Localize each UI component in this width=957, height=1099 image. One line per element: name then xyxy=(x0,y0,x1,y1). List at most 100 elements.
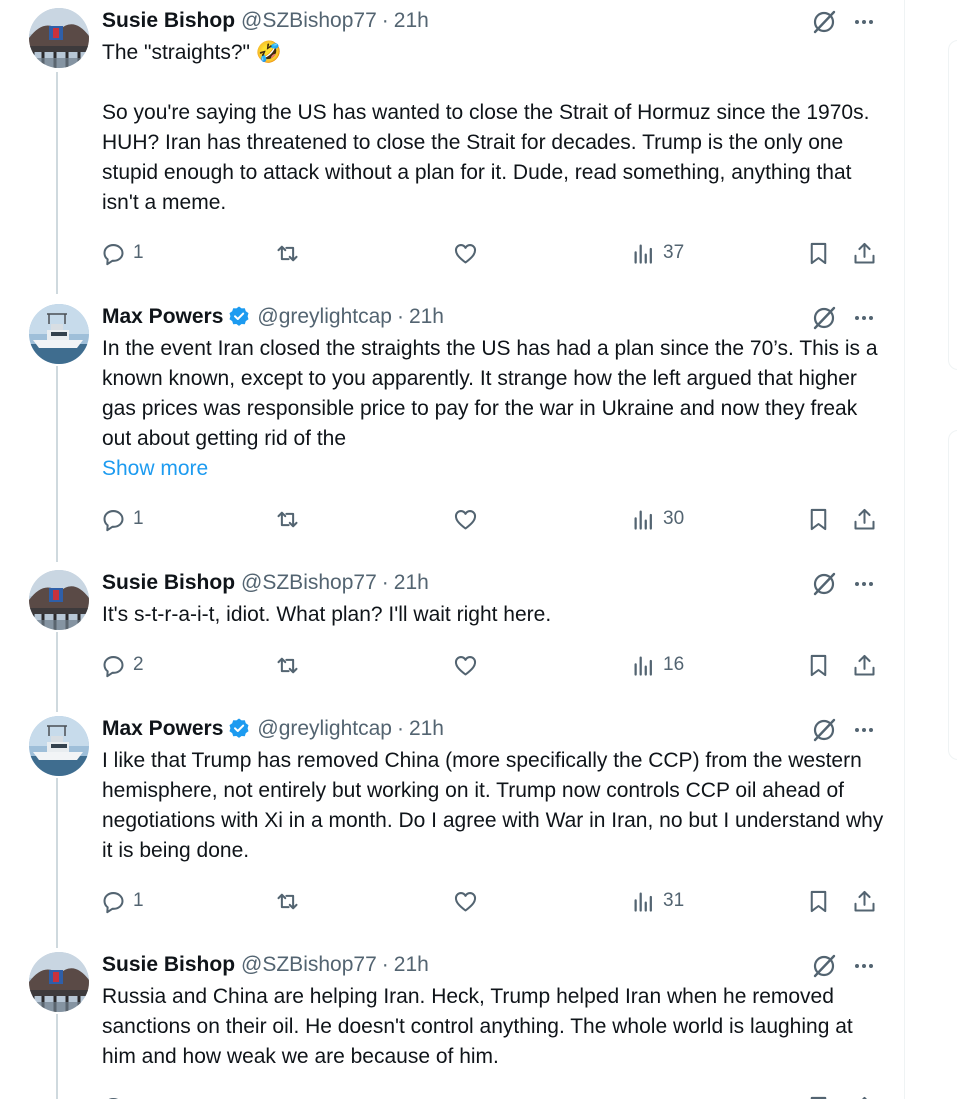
tweet[interactable]: Susie Bishop @SZBishop77 · 21h Russia an… xyxy=(0,944,905,1099)
author-name[interactable]: Susie Bishop xyxy=(102,569,235,597)
tweet-top-actions xyxy=(808,950,880,982)
share-button[interactable] xyxy=(851,502,878,536)
avatar[interactable] xyxy=(29,304,89,364)
reply-button[interactable]: 1 xyxy=(100,236,144,270)
tweet[interactable]: Susie Bishop @SZBishop77 · 21h The "stra… xyxy=(0,0,905,290)
show-more-link[interactable]: Show more xyxy=(102,454,892,484)
grok-icon[interactable] xyxy=(808,6,840,38)
grok-icon[interactable] xyxy=(808,950,840,982)
avatar[interactable] xyxy=(29,570,89,630)
views-button[interactable]: 30 xyxy=(630,502,684,536)
tweet[interactable]: Max Powers @greylightcap · 21h In the ev… xyxy=(0,296,905,562)
reply-icon xyxy=(103,655,124,677)
author-name[interactable]: Max Powers xyxy=(102,303,223,331)
tweet-text-content: Russia and China are helping Iran. Heck,… xyxy=(102,985,853,1068)
bridge-photo-icon xyxy=(29,570,89,630)
verified-badge-icon xyxy=(227,305,251,329)
tweet-actions: 1 30 xyxy=(100,502,890,536)
share-icon xyxy=(854,508,875,530)
timestamp[interactable]: 21h xyxy=(394,951,429,979)
bridge-photo-icon xyxy=(29,952,89,1012)
like-button[interactable] xyxy=(452,648,479,682)
timestamp[interactable]: 21h xyxy=(394,7,429,35)
grok-icon[interactable] xyxy=(808,568,840,600)
author-name[interactable]: Susie Bishop xyxy=(102,7,235,35)
tweet-actions: 2 16 xyxy=(100,648,890,682)
tweet-text-content: The "straights?" 🤣 So you're saying the … xyxy=(102,41,870,214)
bookmark-icon xyxy=(810,1096,827,1099)
boat-photo-icon xyxy=(29,304,89,364)
grok-icon[interactable] xyxy=(808,302,840,334)
retweet-button[interactable] xyxy=(274,502,301,536)
author-name[interactable]: Max Powers xyxy=(102,715,223,743)
tweet-header: Susie Bishop @SZBishop77 · 21h xyxy=(102,7,429,35)
tweet-text: The "straights?" 🤣 So you're saying the … xyxy=(102,38,892,218)
retweet-button[interactable] xyxy=(274,648,301,682)
retweet-icon xyxy=(277,893,298,909)
author-handle[interactable]: @greylightcap xyxy=(257,303,392,331)
reply-icon xyxy=(103,243,124,265)
like-button[interactable] xyxy=(452,236,479,270)
share-button[interactable] xyxy=(851,236,878,270)
timestamp[interactable]: 21h xyxy=(409,715,444,743)
share-button[interactable] xyxy=(851,648,878,682)
share-button[interactable] xyxy=(851,884,878,918)
views-button[interactable]: 16 xyxy=(630,648,684,682)
more-options-icon[interactable] xyxy=(848,6,880,38)
tweet-text: It's s-t-r-a-i-t, idiot. What plan? I'll… xyxy=(102,600,892,630)
reply-button[interactable] xyxy=(100,1090,127,1099)
author-handle[interactable]: @SZBishop77 xyxy=(241,7,377,35)
bookmark-button[interactable] xyxy=(805,648,832,682)
more-options-icon[interactable] xyxy=(848,568,880,600)
reply-button[interactable]: 1 xyxy=(100,502,144,536)
reply-count: 2 xyxy=(133,654,144,675)
retweet-button[interactable] xyxy=(274,236,301,270)
avatar[interactable] xyxy=(29,8,89,68)
avatar[interactable] xyxy=(29,716,89,776)
views-button[interactable]: 37 xyxy=(630,236,684,270)
tweet-actions: 1 31 xyxy=(100,884,890,918)
like-button[interactable] xyxy=(452,884,479,918)
share-icon xyxy=(854,242,875,264)
bookmark-icon xyxy=(810,654,827,676)
analytics-icon xyxy=(634,510,652,530)
verified-badge-icon xyxy=(227,717,251,741)
bookmark-button[interactable] xyxy=(805,1090,832,1099)
like-button[interactable] xyxy=(452,502,479,536)
retweet-button[interactable] xyxy=(274,884,301,918)
more-options-icon[interactable] xyxy=(848,714,880,746)
timestamp[interactable]: 21h xyxy=(409,303,444,331)
author-handle[interactable]: @SZBishop77 xyxy=(241,569,377,597)
share-icon xyxy=(854,654,875,676)
reply-button[interactable]: 2 xyxy=(100,648,144,682)
bookmark-icon xyxy=(810,890,827,912)
tweet-text: Russia and China are helping Iran. Heck,… xyxy=(102,982,892,1072)
timestamp[interactable]: 21h xyxy=(394,569,429,597)
grok-icon[interactable] xyxy=(808,714,840,746)
bookmark-button[interactable] xyxy=(805,502,832,536)
heart-icon xyxy=(454,509,477,530)
author-handle[interactable]: @greylightcap xyxy=(257,715,392,743)
reply-count: 1 xyxy=(133,242,144,263)
tweet[interactable]: Susie Bishop @SZBishop77 · 21h It's s-t-… xyxy=(0,562,905,708)
reply-button[interactable]: 1 xyxy=(100,884,144,918)
share-icon xyxy=(854,890,875,912)
share-icon xyxy=(861,1096,868,1099)
share-button[interactable] xyxy=(851,1090,878,1099)
tweet-header: Susie Bishop @SZBishop77 · 21h xyxy=(102,951,429,979)
bookmark-button[interactable] xyxy=(805,884,832,918)
author-handle[interactable]: @SZBishop77 xyxy=(241,951,377,979)
tweet[interactable]: Max Powers @greylightcap · 21h I like th… xyxy=(0,708,905,944)
avatar[interactable] xyxy=(29,952,89,1012)
more-options-icon[interactable] xyxy=(848,302,880,334)
bridge-photo-icon xyxy=(29,8,89,68)
heart-icon xyxy=(454,655,477,676)
bookmark-icon xyxy=(810,242,827,264)
tweet-top-actions xyxy=(808,714,880,746)
bookmark-button[interactable] xyxy=(805,236,832,270)
views-button[interactable]: 31 xyxy=(630,884,684,918)
heart-icon xyxy=(454,891,477,912)
author-name[interactable]: Susie Bishop xyxy=(102,951,235,979)
sidebar-card xyxy=(948,430,957,760)
more-options-icon[interactable] xyxy=(848,950,880,982)
